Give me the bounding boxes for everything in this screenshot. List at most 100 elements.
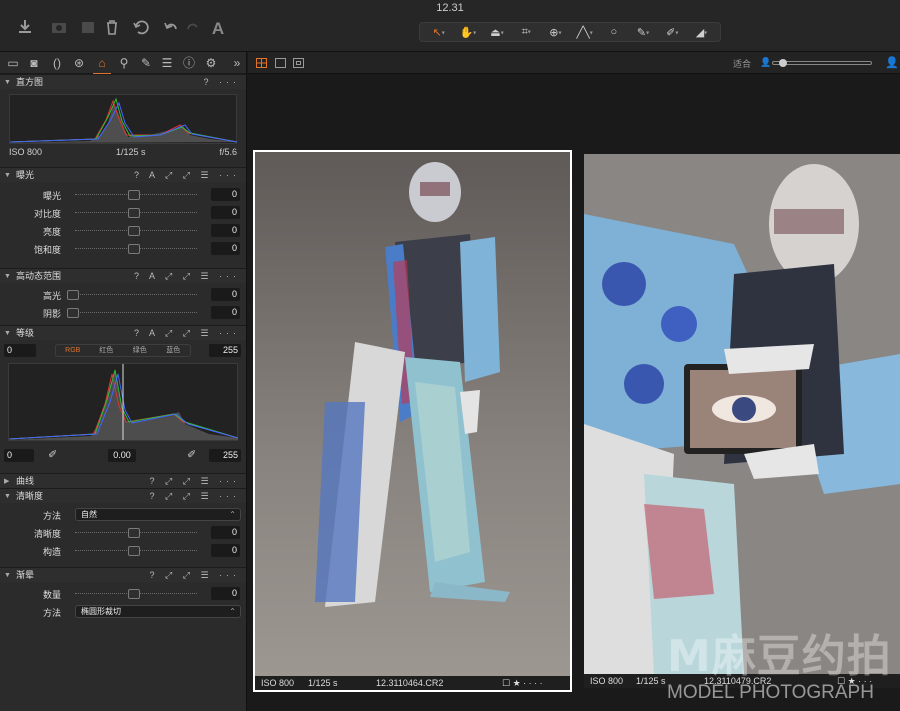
hdr-header[interactable]: ▼ 高动态范围 ? A ⤢ ⤢ ☰ ··· <box>0 268 246 283</box>
brush-icon[interactable]: ✎ <box>139 56 153 70</box>
folder-icon[interactable]: ▭ <box>6 56 20 70</box>
trash-icon[interactable] <box>101 18 123 40</box>
color-icon[interactable]: ⊛ <box>72 56 86 70</box>
section-controls[interactable]: ? ··· <box>204 75 241 90</box>
expand-arrow-icon[interactable]: ▶ <box>4 474 9 489</box>
vignetting-value-field[interactable]: 0 <box>211 587 240 600</box>
levels-output-high[interactable]: 255 <box>209 449 241 462</box>
fit-label[interactable]: 适合 <box>733 57 751 70</box>
section-controls[interactable]: ? ⤢ ⤢ ☰ ··· <box>150 489 240 504</box>
slider-knob[interactable] <box>128 226 140 236</box>
exposure-icon[interactable]: ⌂ <box>93 56 111 75</box>
highlight-value-field[interactable]: 0 <box>211 288 240 301</box>
brightness-slider[interactable] <box>75 226 197 236</box>
spot-tool-icon[interactable]: ○ <box>599 26 628 38</box>
vignetting-slider[interactable] <box>75 589 197 599</box>
slider-knob[interactable] <box>67 290 79 300</box>
contrast-value-field[interactable]: 0 <box>211 206 240 219</box>
clarity-value-field[interactable]: 0 <box>211 526 240 539</box>
import-icon[interactable] <box>14 18 36 40</box>
structure-value-field[interactable]: 0 <box>211 544 240 557</box>
channel-red[interactable]: 红色 <box>90 345 124 356</box>
slider-knob[interactable] <box>67 308 79 318</box>
levels-header[interactable]: ▼ 等级 ? A ⤢ ⤢ ☰ ··· <box>0 325 246 340</box>
keystone-tool-icon[interactable]: ⏏▾ <box>482 26 511 39</box>
slider-knob[interactable] <box>128 546 140 556</box>
redo-icon[interactable] <box>182 18 204 40</box>
collapse-arrow-icon[interactable]: ▼ <box>4 168 11 183</box>
structure-slider[interactable] <box>75 546 197 556</box>
collapse-arrow-icon[interactable]: ▼ <box>4 269 11 284</box>
capture-icon[interactable] <box>77 18 99 40</box>
details-icon[interactable]: ☰ <box>160 56 174 70</box>
shadow-slider[interactable] <box>67 308 197 318</box>
black-eyedropper-icon[interactable]: ✐ <box>48 448 57 461</box>
collapse-arrow-icon[interactable]: ▼ <box>4 568 11 583</box>
grid-view-icon[interactable] <box>256 58 267 68</box>
text-icon[interactable]: A <box>207 18 229 40</box>
section-controls[interactable]: ? A ⤢ ⤢ ☰ ··· <box>134 326 240 341</box>
camera-icon[interactable]: ◙ <box>27 56 41 70</box>
section-controls[interactable]: ? ⤢ ⤢ ☰ ··· <box>150 474 240 489</box>
pan-tool-icon[interactable]: ✋▾ <box>453 26 482 39</box>
histogram-header[interactable]: ▼ 直方图 ? ··· <box>0 74 246 89</box>
section-controls[interactable]: ? ⤢ ⤢ ☰ ··· <box>150 568 240 583</box>
zoom-knob[interactable] <box>779 59 787 67</box>
undo-icon[interactable] <box>160 18 182 40</box>
levels-output-low[interactable]: 0 <box>4 449 34 462</box>
undo-history-icon[interactable] <box>130 18 152 40</box>
slider-knob[interactable] <box>128 208 140 218</box>
single-view-icon[interactable] <box>275 58 286 68</box>
vignetting-header[interactable]: ▼ 渐晕 ? ⤢ ⤢ ☰ ··· <box>0 567 246 582</box>
exposure-slider[interactable] <box>75 190 197 200</box>
picker-tool-icon[interactable]: ✐▾ <box>658 26 687 39</box>
eraser-tool-icon[interactable]: ◢▾ <box>687 26 716 39</box>
camera-icon[interactable] <box>48 18 70 40</box>
slider-knob[interactable] <box>128 589 140 599</box>
photo-rating[interactable]: ☐ ★ · · · · <box>502 676 543 690</box>
exposure-value-field[interactable]: 0 <box>211 188 240 201</box>
highlight-slider[interactable] <box>67 290 197 300</box>
multi-view-icon[interactable] <box>293 58 304 68</box>
levels-midpoint[interactable]: 0.00 <box>108 449 136 462</box>
vignetting-method-select[interactable]: 椭圆形裁切 ⌃ <box>75 605 241 618</box>
info-icon[interactable]: ⓘ <box>182 56 196 70</box>
slider-knob[interactable] <box>128 528 140 538</box>
channel-green[interactable]: 绿色 <box>123 345 157 356</box>
collapse-arrow-icon[interactable]: ▼ <box>4 75 11 90</box>
search-icon[interactable]: ⚲ <box>117 56 131 70</box>
section-controls[interactable]: ? A ⤢ ⤢ ☰ ··· <box>134 269 240 284</box>
select-tool-icon[interactable]: ↖▾ <box>424 26 453 39</box>
saturation-value-field[interactable]: 0 <box>211 242 240 255</box>
exposure-header[interactable]: ▼ 曝光 ? A ⤢ ⤢ ☰ ··· <box>0 167 246 182</box>
brightness-value-field[interactable]: 0 <box>211 224 240 237</box>
levels-input-high[interactable]: 255 <box>209 344 241 357</box>
straighten-tool-icon[interactable]: ╱╲▾ <box>570 26 599 39</box>
gear-icon[interactable]: ⚙ <box>204 56 218 70</box>
photo-thumbnail-1[interactable]: ISO 800 1/125 s 12.3110464.CR2 ☐ ★ · · ·… <box>253 150 572 692</box>
zoom-slider[interactable] <box>772 59 872 67</box>
section-controls[interactable]: ? A ⤢ ⤢ ☰ ··· <box>134 168 240 183</box>
brush-tool-icon[interactable]: ✎▾ <box>628 26 657 39</box>
contrast-slider[interactable] <box>75 208 197 218</box>
saturation-slider[interactable] <box>75 244 197 254</box>
levels-input-low[interactable]: 0 <box>4 344 36 357</box>
channel-rgb[interactable]: RGB <box>56 345 90 356</box>
clarity-slider[interactable] <box>75 528 197 538</box>
shadow-value-field[interactable]: 0 <box>211 306 240 319</box>
levels-graph[interactable] <box>8 363 239 441</box>
rotate-tool-icon[interactable]: ⊕▾ <box>541 26 570 39</box>
photo-thumbnail-2[interactable]: ISO 800 1/125 s 12.3110479.CR2 ☐ ★ · · · <box>584 154 900 688</box>
white-eyedropper-icon[interactable]: ✐ <box>187 448 196 461</box>
lens-icon[interactable]: () <box>50 56 64 70</box>
collapse-arrow-icon[interactable]: ▼ <box>4 326 11 341</box>
clarity-header[interactable]: ▼ 清晰度 ? ⤢ ⤢ ☰ ··· <box>0 488 246 503</box>
channel-blue[interactable]: 蓝色 <box>157 345 191 356</box>
collapse-arrow-icon[interactable]: ▼ <box>4 489 11 504</box>
clarity-method-select[interactable]: 自然 ⌃ <box>75 508 241 521</box>
more-icon[interactable]: » <box>230 56 244 70</box>
slider-knob[interactable] <box>128 244 140 254</box>
curves-header[interactable]: ▶ 曲线 ? ⤢ ⤢ ☰ ··· <box>0 473 246 488</box>
crop-tool-icon[interactable]: ⌗▾ <box>512 26 541 39</box>
slider-knob[interactable] <box>128 190 140 200</box>
